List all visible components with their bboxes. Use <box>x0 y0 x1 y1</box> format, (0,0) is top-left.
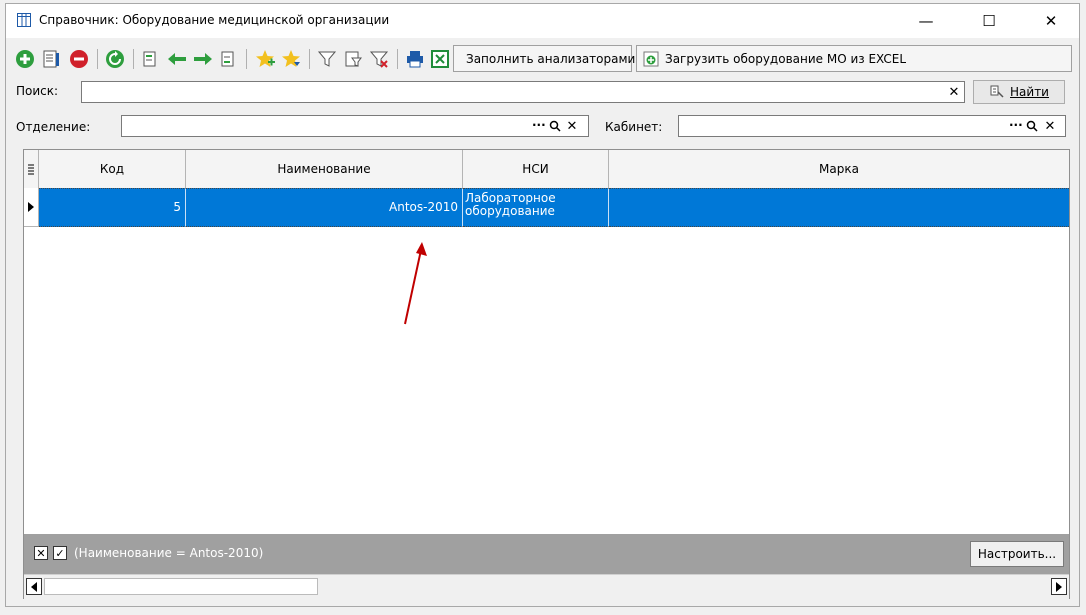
department-search-icon[interactable] <box>549 120 561 132</box>
filter-edit-icon[interactable] <box>340 46 366 72</box>
filter-remove-icon[interactable]: ✕ <box>34 546 48 560</box>
load-icon <box>643 51 659 66</box>
app-window: Справочник: Оборудование медицинской орг… <box>5 3 1080 607</box>
filter-text[interactable]: (Наименование = Antos-2010) <box>74 546 263 560</box>
table-row[interactable]: 5 Antos-2010 Лабораторное оборудование <box>24 188 1069 227</box>
department-clear-icon[interactable]: ✕ <box>564 118 580 134</box>
minimize-button[interactable]: — <box>903 4 949 38</box>
excel-icon[interactable] <box>427 46 453 72</box>
department-label: Отделение: <box>16 120 91 134</box>
print-icon[interactable] <box>402 46 428 72</box>
setup-button[interactable]: Настроить... <box>970 541 1064 567</box>
column-chooser-icon[interactable] <box>24 150 39 188</box>
column-header-code[interactable]: Код <box>39 150 186 188</box>
table-icon <box>17 13 31 27</box>
filter-icon[interactable] <box>314 46 340 72</box>
search-row: Поиск: ✕ Найти <box>6 78 1079 106</box>
search-input[interactable] <box>81 81 965 103</box>
arrow-left-icon[interactable] <box>164 46 190 72</box>
scroll-left-icon[interactable] <box>26 578 42 595</box>
department-field[interactable] <box>121 115 589 137</box>
cell-code[interactable]: 5 <box>39 188 186 227</box>
delete-icon[interactable] <box>66 46 92 72</box>
cabinet-clear-icon[interactable]: ✕ <box>1042 118 1058 134</box>
column-header-brand[interactable]: Марка <box>609 150 1069 188</box>
edit-icon[interactable] <box>38 46 64 72</box>
annotation-arrow <box>404 242 427 325</box>
cell-nsi-line2: оборудование <box>465 204 555 218</box>
filter-clear-icon[interactable] <box>366 46 392 72</box>
window-title: Справочник: Оборудование медицинской орг… <box>39 13 390 27</box>
row-pointer-icon <box>24 188 39 227</box>
add-icon[interactable] <box>12 46 38 72</box>
maximize-button[interactable]: ☐ <box>966 4 1012 38</box>
horizontal-scrollbar[interactable] <box>24 574 1069 599</box>
refresh-icon[interactable] <box>102 46 128 72</box>
department-more-icon[interactable]: ··· <box>532 118 546 132</box>
arrow-right-icon[interactable] <box>190 46 216 72</box>
filter-enabled-checkbox[interactable]: ✓ <box>53 546 67 560</box>
find-icon <box>990 85 1004 98</box>
cabinet-more-icon[interactable]: ··· <box>1009 118 1023 132</box>
load-excel-button[interactable]: Загрузить оборудование МО из EXCEL <box>636 45 1072 72</box>
fill-analyzers-button[interactable]: Заполнить анализаторами <box>453 45 636 72</box>
list-first-icon[interactable] <box>138 46 164 72</box>
search-clear-icon[interactable]: ✕ <box>946 84 962 100</box>
cabinet-field[interactable] <box>678 115 1066 137</box>
cabinet-label: Кабинет: <box>605 120 663 134</box>
favorite-icon[interactable] <box>278 46 304 72</box>
cell-name[interactable]: Antos-2010 <box>186 188 463 227</box>
filter-bar: ✕ ✓ (Наименование = Antos-2010) Настроит… <box>24 534 1069 574</box>
load-excel-label: Загрузить оборудование МО из EXCEL <box>665 51 907 66</box>
list-last-icon[interactable] <box>216 46 242 72</box>
cabinet-search-icon[interactable] <box>1026 120 1038 132</box>
toolbar: Заполнить анализаторами Загрузить оборуд… <box>6 42 1079 76</box>
scroll-right-icon[interactable] <box>1051 578 1067 595</box>
find-button[interactable]: Найти <box>973 80 1065 104</box>
column-header-name[interactable]: Наименование <box>186 150 463 188</box>
fill-analyzers-label: Заполнить анализаторами <box>466 51 636 66</box>
find-label: Найти <box>1010 85 1049 99</box>
equipment-grid: Код Наименование НСИ Марка 5 Antos-2010 … <box>23 149 1070 599</box>
cell-brand[interactable] <box>609 188 1069 227</box>
search-label: Поиск: <box>16 84 59 98</box>
title-bar: Справочник: Оборудование медицинской орг… <box>6 4 1079 38</box>
scroll-thumb[interactable] <box>44 578 318 595</box>
column-header-nsi[interactable]: НСИ <box>463 150 609 188</box>
grid-header: Код Наименование НСИ Марка <box>24 150 1069 189</box>
close-button[interactable]: ✕ <box>1028 4 1074 38</box>
favorite-add-icon[interactable] <box>252 46 278 72</box>
cell-nsi[interactable]: Лабораторное оборудование <box>463 188 609 227</box>
